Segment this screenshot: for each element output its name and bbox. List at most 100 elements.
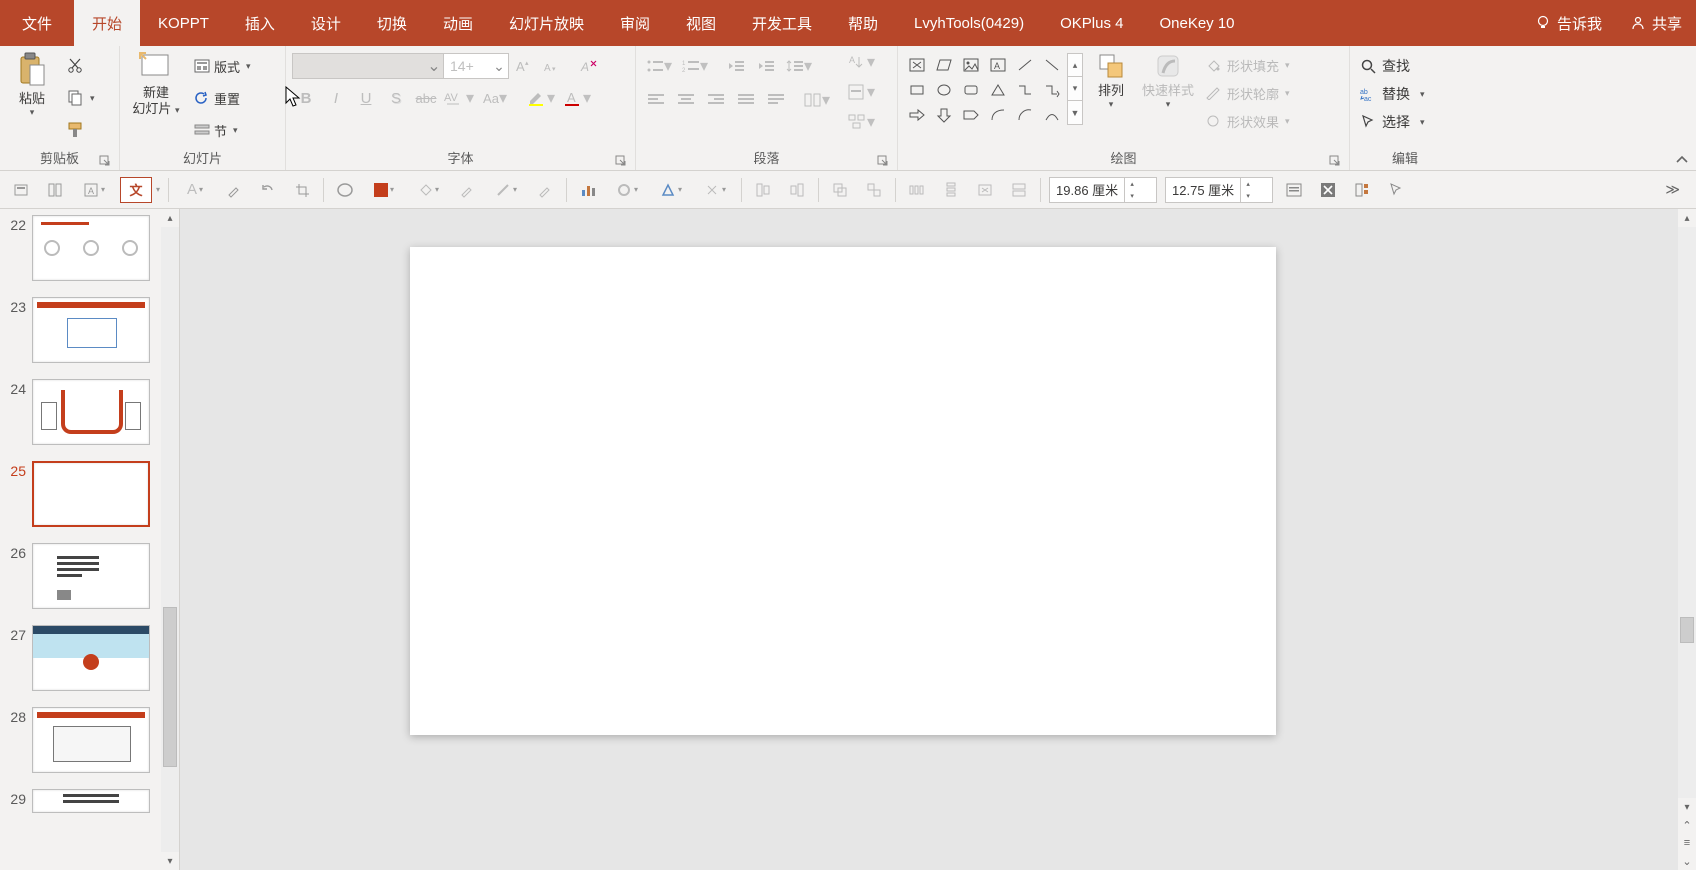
shape-arc[interactable] xyxy=(1012,103,1038,127)
increase-indent-button[interactable] xyxy=(752,53,780,79)
tb2-undo[interactable] xyxy=(255,177,281,203)
tb2-font-color[interactable]: A▾ xyxy=(177,177,213,203)
shadow-button[interactable]: S xyxy=(382,85,410,111)
numbering-button[interactable]: 12▾ xyxy=(678,53,712,79)
tb2-eyedropper-3[interactable] xyxy=(532,177,558,203)
decrease-indent-button[interactable] xyxy=(722,53,750,79)
canvas-scroll-down[interactable]: ▾ xyxy=(1678,798,1696,816)
shape-picture[interactable] xyxy=(958,53,984,77)
slide-thumb-22[interactable]: 22 xyxy=(0,213,161,295)
tb2-size-match[interactable] xyxy=(972,177,998,203)
align-left-button[interactable] xyxy=(642,87,670,113)
tab-insert[interactable]: 插入 xyxy=(227,0,293,46)
gallery-more[interactable]: ▼ xyxy=(1067,101,1083,125)
tb2-ungroup[interactable] xyxy=(861,177,887,203)
gallery-down[interactable]: ▾ xyxy=(1067,77,1083,101)
section-button[interactable]: 节▾ xyxy=(190,117,255,143)
height-up[interactable]: ▴ xyxy=(1241,178,1255,190)
tell-me[interactable]: 告诉我 xyxy=(1521,13,1616,34)
tb2-same-width[interactable] xyxy=(1006,177,1032,203)
shape-parallelogram[interactable] xyxy=(931,53,957,77)
align-text-button[interactable]: ▾ xyxy=(844,79,878,105)
shape-effects-button[interactable]: 形状效果▾ xyxy=(1201,109,1294,133)
shape-arrow-down[interactable] xyxy=(931,103,957,127)
tb2-fill[interactable]: ▾ xyxy=(366,177,402,203)
tb2-close-x[interactable] xyxy=(1315,177,1341,203)
tb2-notes[interactable] xyxy=(1281,177,1307,203)
bullets-button[interactable]: ▾ xyxy=(642,53,676,79)
height-input[interactable]: 12.75 厘米▴▾ xyxy=(1165,177,1273,203)
slide-canvas-area[interactable]: ▴ ▾ ⌃ ≡ ⌄ xyxy=(180,209,1696,870)
increase-font-button[interactable]: A▴ xyxy=(509,53,537,79)
fit-nav[interactable]: ≡ xyxy=(1678,834,1696,852)
slide-canvas[interactable] xyxy=(410,247,1276,735)
bold-button[interactable]: B xyxy=(292,85,320,111)
shape-line[interactable] xyxy=(1012,53,1038,77)
prev-slide-nav[interactable]: ⌃ xyxy=(1678,816,1696,834)
tb2-rotate[interactable]: ▾ xyxy=(697,177,733,203)
height-down[interactable]: ▾ xyxy=(1241,190,1255,202)
clear-format-button[interactable]: A xyxy=(575,53,603,79)
tab-lvyhtools[interactable]: LvyhTools(0429) xyxy=(896,0,1042,46)
tab-design[interactable]: 设计 xyxy=(293,0,359,46)
reset-button[interactable]: 重置 xyxy=(190,85,255,111)
cut-button[interactable] xyxy=(62,53,99,79)
shape-line-v[interactable] xyxy=(1039,53,1065,77)
slide-thumb-29[interactable]: 29 xyxy=(0,787,161,827)
quick-styles-button[interactable]: 快速样式 ▾ xyxy=(1139,49,1197,110)
font-launcher[interactable] xyxy=(615,155,627,167)
width-up[interactable]: ▴ xyxy=(1125,178,1139,190)
canvas-scroll-thumb[interactable] xyxy=(1680,617,1694,643)
tab-animations[interactable]: 动画 xyxy=(425,0,491,46)
tb2-eyedropper-1[interactable] xyxy=(221,177,247,203)
scroll-up[interactable]: ▴ xyxy=(161,209,179,227)
shape-textbox[interactable]: A xyxy=(985,53,1011,77)
shape-elbow-arrow[interactable] xyxy=(1039,78,1065,102)
tb2-oval[interactable] xyxy=(332,177,358,203)
shape-oval[interactable] xyxy=(931,78,957,102)
replace-button[interactable]: abac替换▾ xyxy=(1356,81,1429,107)
underline-button[interactable]: U xyxy=(352,85,380,111)
tb2-bucket[interactable]: ▾ xyxy=(410,177,446,203)
find-button[interactable]: 查找 xyxy=(1356,53,1429,79)
tb2-eyedropper-2[interactable] xyxy=(454,177,480,203)
width-down[interactable]: ▾ xyxy=(1125,190,1139,202)
tb2-dist-h[interactable] xyxy=(904,177,930,203)
shape-arrow-right[interactable] xyxy=(904,103,930,127)
shape-curve[interactable] xyxy=(985,103,1011,127)
tab-file[interactable]: 文件 xyxy=(0,0,74,46)
shape-rect[interactable] xyxy=(904,78,930,102)
canvas-scroll-up[interactable]: ▴ xyxy=(1678,209,1696,227)
shape-roundrect[interactable] xyxy=(958,78,984,102)
slide-thumb-28[interactable]: 28 xyxy=(0,705,161,787)
slide-thumb-23[interactable]: 23 xyxy=(0,295,161,377)
slide-thumb-26[interactable]: 26 xyxy=(0,541,161,623)
tab-review[interactable]: 审阅 xyxy=(602,0,668,46)
scroll-thumb[interactable] xyxy=(163,607,177,767)
decrease-font-button[interactable]: A▾ xyxy=(537,53,565,79)
font-name-combo[interactable]: ⌄ xyxy=(292,53,444,79)
justify-button[interactable] xyxy=(732,87,760,113)
char-spacing-button[interactable]: AV▾ xyxy=(442,85,476,111)
tb2-btn-1[interactable] xyxy=(8,177,34,203)
tb2-align-1[interactable] xyxy=(750,177,776,203)
collapse-ribbon[interactable] xyxy=(1674,152,1690,166)
share-button[interactable]: 共享 xyxy=(1616,13,1696,34)
shape-elbow[interactable] xyxy=(1012,78,1038,102)
font-color-button[interactable]: A▾ xyxy=(560,85,594,111)
arrange-button[interactable]: 排列 ▾ xyxy=(1087,49,1135,110)
format-painter-button[interactable] xyxy=(62,117,99,143)
canvas-scrollbar[interactable]: ▴ ▾ ⌃ ≡ ⌄ xyxy=(1678,209,1696,870)
tab-koppt[interactable]: KOPPT xyxy=(140,0,227,46)
tb2-crop[interactable] xyxy=(289,177,315,203)
slide-thumb-25[interactable]: 25 xyxy=(0,459,161,541)
italic-button[interactable]: I xyxy=(322,85,350,111)
tab-okplus[interactable]: OKPlus 4 xyxy=(1042,0,1141,46)
tb2-cursor-tool[interactable] xyxy=(1383,177,1409,203)
distribute-button[interactable] xyxy=(762,87,790,113)
paste-button[interactable]: 粘贴 ▾ xyxy=(6,49,58,118)
tb2-ring[interactable]: ▾ xyxy=(609,177,645,203)
tb2-pen[interactable]: ▾ xyxy=(488,177,524,203)
tb2-dist-v[interactable] xyxy=(938,177,964,203)
tb2-chart[interactable] xyxy=(575,177,601,203)
